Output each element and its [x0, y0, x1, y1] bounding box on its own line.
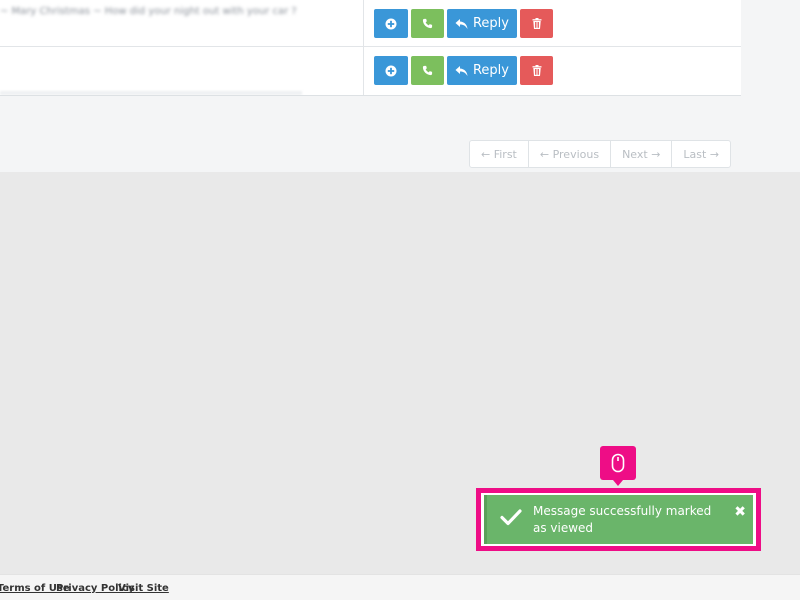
view-details-button[interactable] [374, 9, 408, 38]
plus-circle-icon [385, 65, 397, 76]
trash-icon [532, 18, 541, 29]
delete-button[interactable] [520, 56, 553, 85]
messages-table: ~ Mary Christmas ~ How did your night ou… [0, 0, 741, 96]
view-details-button[interactable] [374, 56, 408, 85]
reply-arrow-icon [455, 18, 468, 29]
delete-button[interactable] [520, 9, 553, 38]
message-text: ~ Mary Christmas ~ How did your night ou… [0, 6, 297, 17]
message-cell [0, 47, 364, 95]
row-actions: Reply [374, 56, 553, 85]
reply-button-label: Reply [472, 63, 509, 78]
reply-button[interactable]: Reply [447, 9, 517, 38]
cursor-indicator [600, 446, 636, 486]
pagination-first[interactable]: ← First [470, 141, 529, 167]
message-text-blurred [0, 91, 302, 95]
reply-button[interactable]: Reply [447, 56, 517, 85]
pagination-previous[interactable]: ← Previous [529, 141, 612, 167]
checkmark-icon [500, 509, 522, 526]
footer: Terms of Use Privacy Policy Visit Site [0, 574, 800, 600]
mouse-icon [611, 453, 625, 473]
trash-icon [532, 65, 541, 76]
success-toast: Message successfully marked as viewed ✖ [484, 495, 753, 544]
table-row: ~ Mary Christmas ~ How did your night ou… [0, 0, 741, 47]
reply-arrow-icon [455, 65, 468, 76]
plus-circle-icon [385, 18, 397, 29]
content-area: ~ Mary Christmas ~ How did your night ou… [0, 0, 800, 172]
phone-icon [422, 18, 433, 29]
phone-icon [422, 65, 433, 76]
close-icon[interactable]: ✖ [734, 504, 746, 520]
footer-link-visit[interactable]: Visit Site [118, 583, 169, 594]
call-button[interactable] [411, 56, 444, 85]
toast-message: Message successfully marked as viewed [533, 504, 712, 535]
pagination: ← First ← Previous Next → Last → [469, 140, 732, 168]
row-actions: Reply [374, 9, 553, 38]
reply-button-label: Reply [472, 16, 509, 31]
call-button[interactable] [411, 9, 444, 38]
pagination-next[interactable]: Next → [611, 141, 673, 167]
table-row: Reply [0, 47, 741, 95]
message-cell: ~ Mary Christmas ~ How did your night ou… [0, 0, 364, 46]
toast-highlight: Message successfully marked as viewed ✖ [476, 488, 761, 551]
pagination-last[interactable]: Last → [672, 141, 730, 167]
